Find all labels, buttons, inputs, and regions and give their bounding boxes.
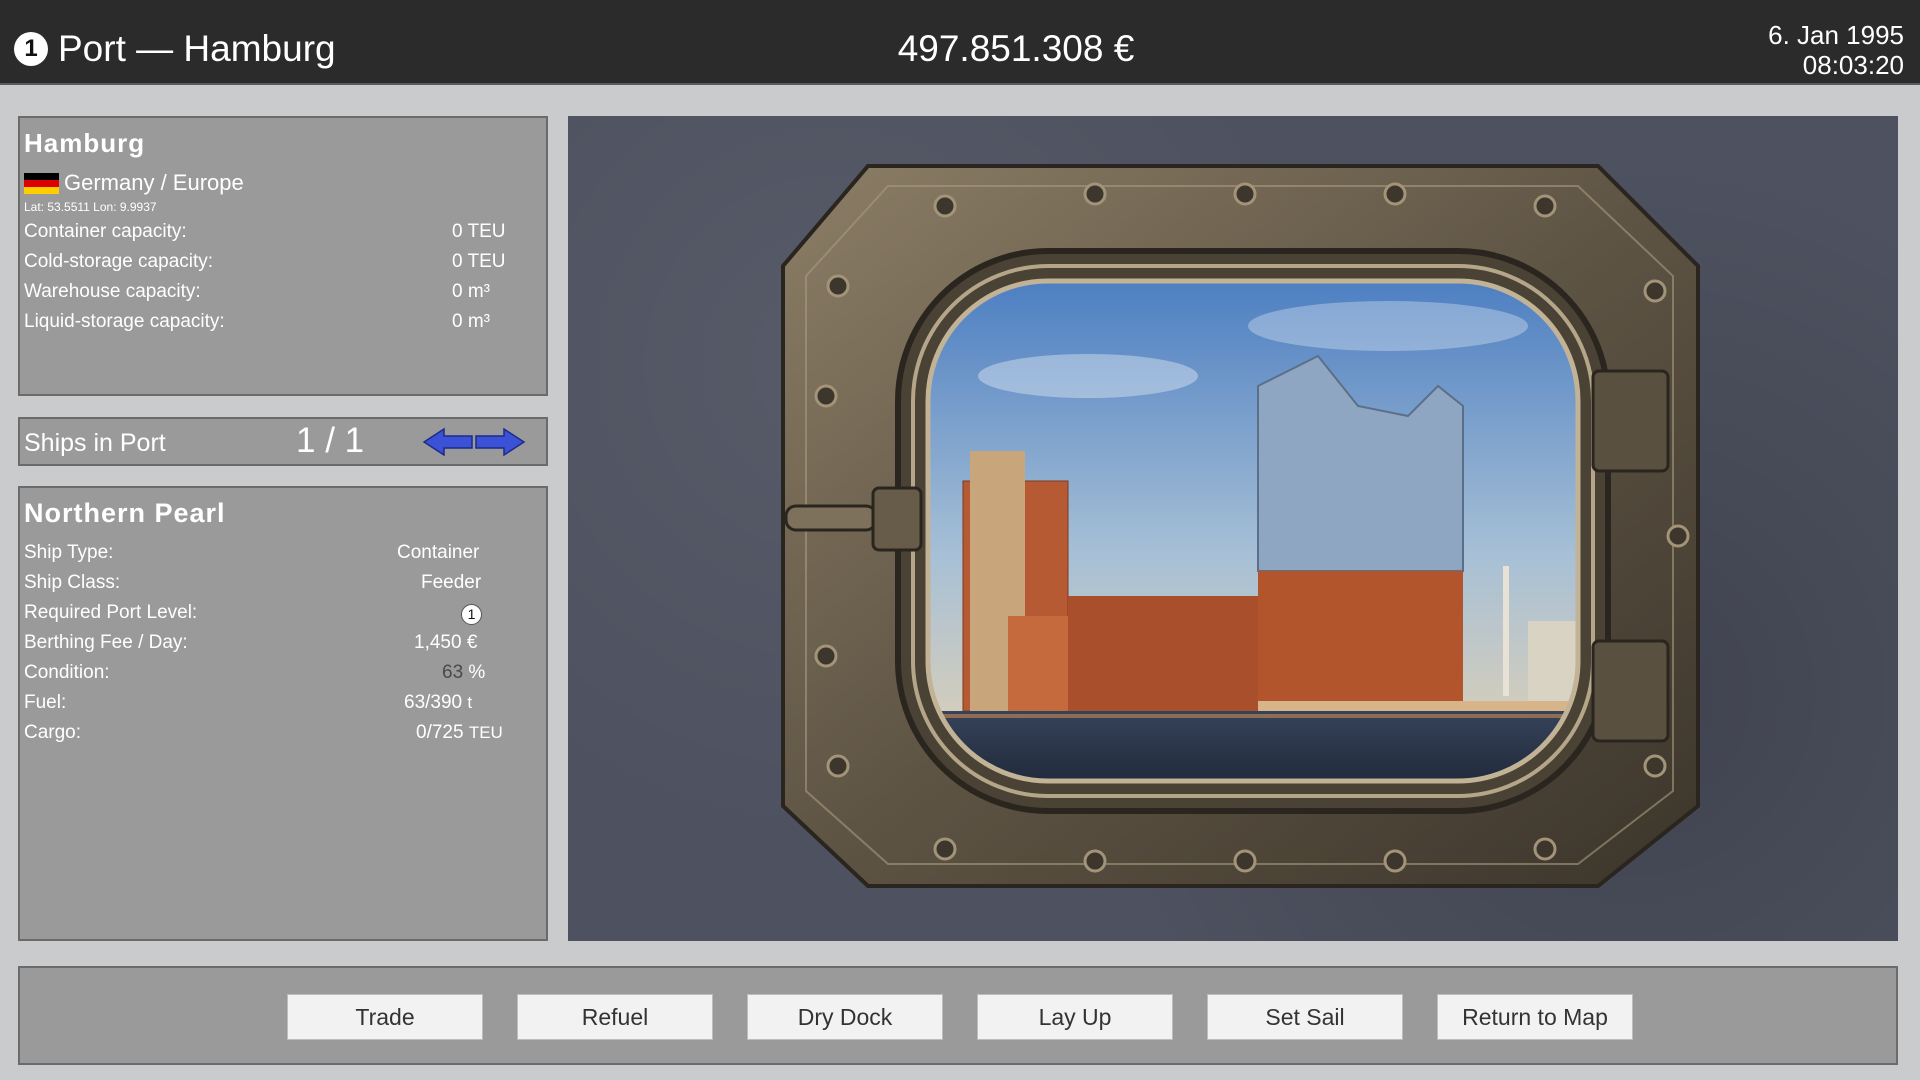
- capacity-value: 0 m³: [452, 311, 490, 332]
- condition-row: Condition: 63 %: [24, 662, 524, 688]
- set-sail-button[interactable]: Set Sail: [1207, 994, 1403, 1040]
- berthing-fee-label: Berthing Fee / Day:: [24, 632, 188, 653]
- ship-class-row: Ship Class: Feeder: [24, 572, 524, 598]
- condition-number: 63: [442, 662, 464, 683]
- lay-up-button[interactable]: Lay Up: [977, 994, 1173, 1040]
- arrow-right-icon: [475, 427, 526, 457]
- port-info-panel: Hamburg Germany / Europe Lat: 53.5511 Lo…: [18, 116, 548, 396]
- game-time: 08:03:20: [1802, 50, 1904, 80]
- porthole-illustration: [781, 164, 1700, 888]
- berthing-fee-row: Berthing Fee / Day: 1,450 €: [24, 632, 524, 658]
- capacity-row: Liquid-storage capacity: 0 m³: [24, 311, 524, 337]
- germany-flag-icon: [24, 172, 59, 194]
- ship-class-label: Ship Class:: [24, 572, 121, 593]
- capacity-label: Container capacity:: [24, 221, 187, 242]
- fuel-unit: t: [467, 693, 473, 712]
- capacity-label: Liquid-storage capacity:: [24, 311, 225, 332]
- cargo-value: 0/725 TEU: [416, 722, 503, 744]
- ship-class-value: Feeder: [421, 572, 482, 593]
- port-level-value: 1: [461, 603, 482, 625]
- capacity-label: Warehouse capacity:: [24, 281, 201, 302]
- capacity-value: 0 TEU: [452, 251, 506, 272]
- port-coordinates: Lat: 53.5511 Lon: 9.9937: [24, 200, 157, 214]
- condition-label: Condition:: [24, 662, 110, 683]
- cargo-row: Cargo: 0/725 TEU: [24, 722, 524, 748]
- action-bar: Trade Refuel Dry Dock Lay Up Set Sail Re…: [18, 966, 1898, 1065]
- berthing-fee-value: 1,450 €: [414, 632, 478, 653]
- ship-name: Northern Pearl: [24, 498, 226, 528]
- ships-count: 1 / 1: [296, 421, 365, 460]
- ship-type-row: Ship Type: Container: [24, 542, 524, 568]
- previous-ship-button[interactable]: [422, 427, 474, 457]
- capacity-value: 0 m³: [452, 281, 490, 302]
- capacity-value: 0 TEU: [452, 221, 506, 242]
- ships-in-port-label: Ships in Port: [24, 429, 166, 457]
- capacity-row: Container capacity: 0 TEU: [24, 221, 524, 247]
- arrow-left-icon: [422, 427, 473, 457]
- capacity-label: Cold-storage capacity:: [24, 251, 214, 272]
- fuel-value: 63/390 t: [404, 692, 472, 714]
- ship-type-value: Container: [397, 542, 480, 563]
- required-level-badge: 1: [461, 603, 482, 625]
- capacity-row: Cold-storage capacity: 0 TEU: [24, 251, 524, 277]
- trade-button[interactable]: Trade: [287, 994, 483, 1040]
- ship-info-panel: Northern Pearl Ship Type: Container Ship…: [18, 486, 548, 941]
- next-ship-button[interactable]: [474, 427, 526, 457]
- ships-in-port-panel: Ships in Port 1 / 1: [18, 417, 548, 466]
- cargo-label: Cargo:: [24, 722, 82, 743]
- port-level-row: Required Port Level: 1: [24, 602, 524, 628]
- money-display: 497.851.308 €: [897, 28, 1135, 69]
- fuel-label: Fuel:: [24, 692, 67, 713]
- port-name: Hamburg: [24, 128, 146, 158]
- port-country: Germany / Europe: [24, 170, 244, 196]
- port-level-label: Required Port Level:: [24, 602, 198, 623]
- country-label: Germany / Europe: [64, 170, 244, 195]
- date-time: 6. Jan 1995 08:03:20: [1768, 20, 1904, 80]
- game-date: 6. Jan 1995: [1768, 20, 1904, 50]
- top-bar: 1 Port — Hamburg 497.851.308 € 6. Jan 19…: [0, 0, 1920, 85]
- return-to-map-button[interactable]: Return to Map: [1437, 994, 1633, 1040]
- cargo-number: 0/725: [416, 722, 464, 743]
- condition-unit: %: [468, 662, 486, 683]
- cargo-unit: TEU: [468, 723, 503, 742]
- port-view-image: [568, 116, 1898, 941]
- fuel-row: Fuel: 63/390 t: [24, 692, 524, 718]
- ship-type-label: Ship Type:: [24, 542, 114, 563]
- capacity-row: Warehouse capacity: 0 m³: [24, 281, 524, 307]
- fuel-number: 63/390: [404, 692, 463, 713]
- dry-dock-button[interactable]: Dry Dock: [747, 994, 943, 1040]
- refuel-button[interactable]: Refuel: [517, 994, 713, 1040]
- condition-value: 63 %: [442, 662, 485, 684]
